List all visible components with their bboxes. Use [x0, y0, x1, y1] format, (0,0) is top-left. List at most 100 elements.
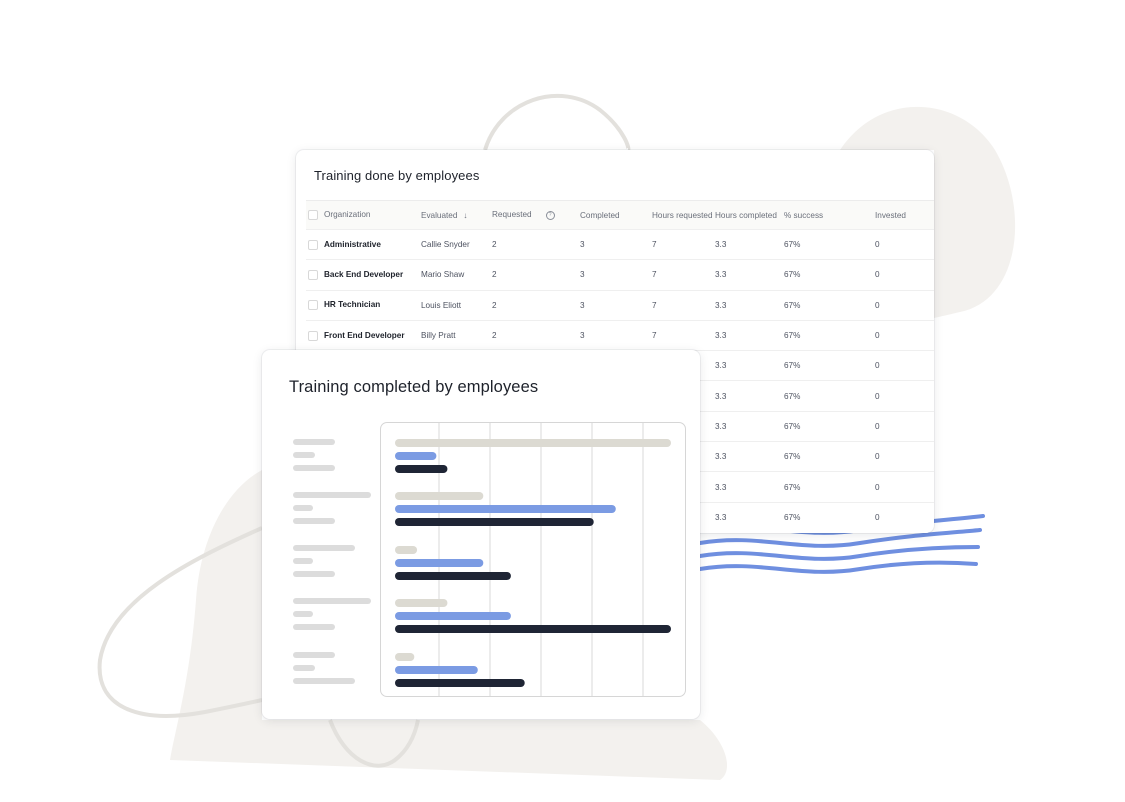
table-cell-invested: 0 [875, 380, 934, 412]
table-cell-hours-completed: 3.3 [715, 319, 784, 351]
table-cell-hours-completed: 3.3 [715, 259, 784, 291]
training-chart-card: Training completed by employees [262, 350, 700, 719]
table-cell-evaluated: Mario Shaw [421, 259, 492, 291]
table-cell-hours-completed: 3.3 [715, 410, 784, 442]
bar-series-1 [395, 653, 415, 661]
table-cell-hours-requested: 7 [652, 228, 715, 260]
bar-series-1 [395, 492, 484, 500]
category-label-placeholder [293, 665, 315, 671]
table-cell-completed: 3 [580, 259, 652, 291]
select-all-checkbox[interactable] [308, 210, 318, 220]
table-cell-invested: 0 [875, 228, 934, 260]
table-cell-hours-completed: 3.3 [715, 228, 784, 260]
column-header-success[interactable]: % success [784, 201, 875, 230]
table-cell-hours-completed: 3.3 [715, 471, 784, 503]
table-cell-organization: Front End Developer [306, 319, 421, 351]
bar-series-2 [395, 666, 478, 674]
table-cell-hours-completed: 3.3 [715, 380, 784, 412]
bar-series-2 [395, 505, 616, 513]
bar-series-3 [395, 518, 594, 526]
row-checkbox[interactable] [308, 300, 318, 311]
table-row[interactable]: HR Technician Louis Eliott 2 3 7 3.3 67% 0 [306, 289, 934, 321]
table-cell-hours-completed: 3.3 [715, 289, 784, 321]
column-header-evaluated[interactable]: Evaluated ↓ [421, 201, 492, 230]
table-cell-success: 67% [784, 501, 875, 532]
table-cell-success: 67% [784, 319, 875, 351]
table-row[interactable]: Front End Developer Billy Pratt 2 3 7 3.3 67% 0 [306, 319, 934, 351]
table-cell-requested: 2 [492, 259, 580, 291]
category-label-placeholder [293, 611, 313, 617]
chart-plot-area [380, 422, 686, 697]
bar-series-3 [395, 625, 671, 633]
table-cell-hours-completed: 3.3 [715, 441, 784, 472]
table-header-row: Organization Evaluated ↓ Requested? Compl… [306, 200, 934, 230]
category-label-placeholder [293, 439, 335, 445]
table-row[interactable]: Administrative Callie Snyder 2 3 7 3.3 67% 0 [306, 228, 934, 260]
table-cell-completed: 3 [580, 289, 652, 321]
table-cell-success: 67% [784, 380, 875, 412]
column-header-requested[interactable]: Requested? [492, 201, 580, 230]
table-cell-requested: 2 [492, 289, 580, 321]
table-cell-success: 67% [784, 289, 875, 321]
help-circle-icon[interactable]: ? [545, 210, 555, 220]
table-cell-organization: Administrative [306, 228, 421, 260]
table-cell-success: 67% [784, 350, 875, 381]
column-header-hours-requested[interactable]: Hours requested [652, 201, 715, 230]
table-cell-invested: 0 [875, 259, 934, 291]
table-title: Training done by employees [314, 168, 480, 183]
arrow-down-icon[interactable]: ↓ [463, 211, 467, 220]
chart-title: Training completed by employees [289, 378, 539, 396]
column-header-invested[interactable]: Invested [875, 201, 934, 230]
table-cell-hours-requested: 7 [652, 319, 715, 351]
category-label-placeholder [293, 518, 335, 524]
table-cell-success: 67% [784, 259, 875, 291]
bar-series-1 [395, 599, 448, 607]
category-label-placeholder [293, 652, 335, 658]
table-cell-success: 67% [784, 441, 875, 472]
table-cell-organization: HR Technician [306, 289, 421, 321]
bar-chart [395, 423, 671, 696]
bar-series-2 [395, 612, 511, 620]
table-cell-invested: 0 [875, 441, 934, 472]
category-label-placeholder [293, 678, 355, 684]
table-cell-hours-requested: 7 [652, 289, 715, 321]
table-cell-success: 67% [784, 228, 875, 260]
row-checkbox[interactable] [308, 269, 318, 280]
table-cell-invested: 0 [875, 319, 934, 351]
table-cell-invested: 0 [875, 350, 934, 381]
category-label-placeholder [293, 558, 313, 564]
table-cell-success: 67% [784, 471, 875, 503]
category-label-placeholder [293, 465, 335, 471]
table-cell-completed: 3 [580, 319, 652, 351]
table-cell-invested: 0 [875, 501, 934, 532]
column-header-organization[interactable]: Organization [306, 201, 421, 230]
category-label-placeholder [293, 598, 371, 604]
table-cell-evaluated: Callie Snyder [421, 228, 492, 260]
column-header-completed[interactable]: Completed [580, 201, 652, 230]
table-cell-invested: 0 [875, 289, 934, 321]
bar-series-2 [395, 559, 484, 567]
table-cell-requested: 2 [492, 319, 580, 351]
category-label-placeholder [293, 492, 371, 498]
table-row[interactable]: Back End Developer Mario Shaw 2 3 7 3.3 67% 0 [306, 259, 934, 291]
table-cell-completed: 3 [580, 228, 652, 260]
bar-series-3 [395, 572, 511, 580]
bar-series-1 [395, 546, 418, 554]
category-label-placeholder [293, 571, 335, 577]
table-cell-hours-requested: 7 [652, 259, 715, 291]
column-header-hours-completed[interactable]: Hours completed [715, 201, 784, 230]
table-cell-evaluated: Billy Pratt [421, 319, 492, 351]
table-cell-invested: 0 [875, 471, 934, 503]
bar-series-3 [395, 679, 525, 687]
category-label-placeholder [293, 624, 335, 630]
row-checkbox[interactable] [308, 330, 318, 341]
bar-series-3 [395, 465, 448, 473]
category-label-placeholder [293, 545, 355, 551]
background-loop [483, 93, 631, 152]
table-cell-hours-completed: 3.3 [715, 501, 784, 532]
table-cell-evaluated: Louis Eliott [421, 289, 492, 321]
row-checkbox[interactable] [308, 239, 318, 250]
table-cell-invested: 0 [875, 410, 934, 442]
table-cell-requested: 2 [492, 228, 580, 260]
table-cell-hours-completed: 3.3 [715, 350, 784, 381]
